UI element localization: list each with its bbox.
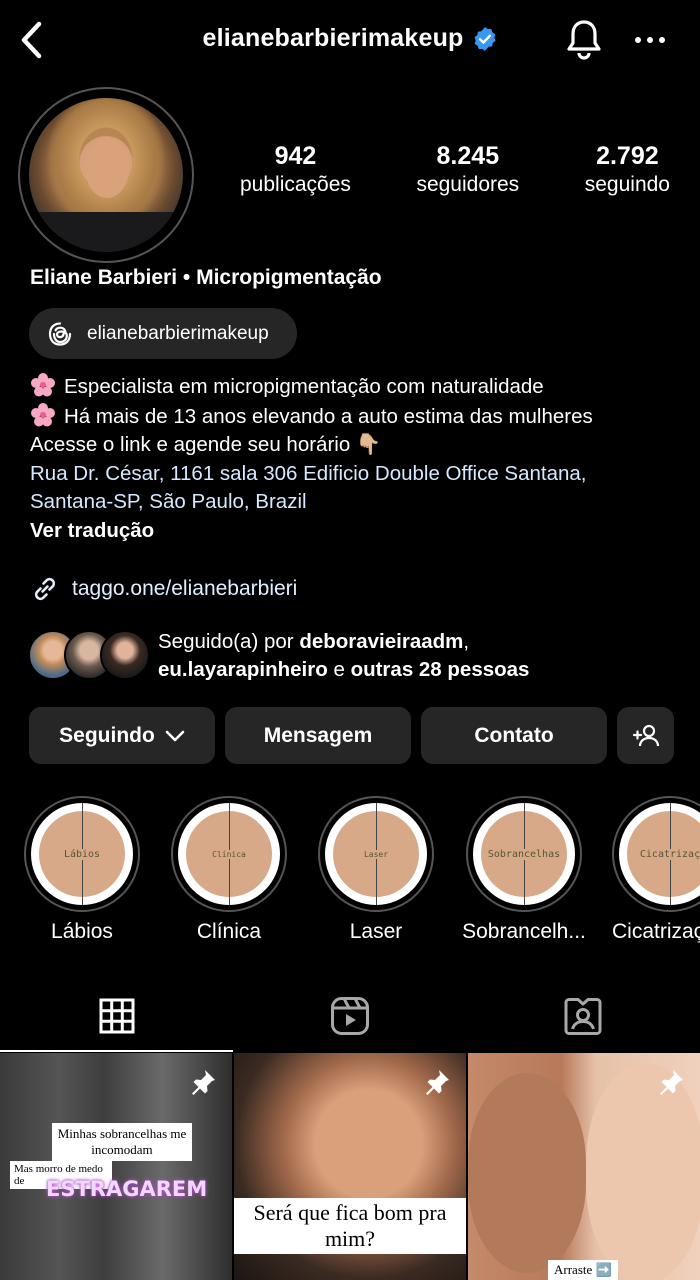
- message-button[interactable]: Mensagem: [225, 707, 411, 764]
- suggested-people-button[interactable]: [617, 707, 674, 764]
- highlight-clinica[interactable]: Clínica Clínica: [171, 796, 287, 944]
- highlight-sobrancelhas[interactable]: Sobrancelhas Sobrancelh...: [462, 796, 586, 944]
- bell-icon: [567, 20, 601, 60]
- contact-button[interactable]: Contato: [421, 707, 607, 764]
- following-label: seguindo: [584, 173, 670, 196]
- following-button[interactable]: Seguindo: [29, 707, 215, 764]
- mutual-user-1: deboravieiraadm: [299, 630, 464, 653]
- post-thumbnail[interactable]: Minhas sobrancelhas me incomodam Mas mor…: [0, 1053, 232, 1280]
- mutual-others: outras 28 pessoas: [350, 658, 530, 681]
- profile-actions: Seguindo Mensagem Contato: [29, 707, 674, 764]
- profile-full-name: Eliane Barbieri • Micropigmentação: [30, 266, 382, 289]
- highlight-label: Sobrancelh...: [462, 920, 586, 943]
- followed-by-text: Seguido(a) por deboravieiraadm, eu.layar…: [158, 630, 530, 681]
- followers-label: seguidores: [416, 173, 520, 196]
- reels-icon: [330, 997, 369, 1035]
- followed-by-row[interactable]: Seguido(a) por deboravieiraadm, eu.layar…: [28, 628, 529, 684]
- highlight-label: Laser: [349, 920, 403, 943]
- bio-link[interactable]: taggo.one/elianebarbieri: [30, 574, 297, 604]
- highlight-cover: Cicatrizaç: [627, 803, 700, 905]
- highlight-label: Lábios: [51, 920, 113, 943]
- posts-grid: Minhas sobrancelhas me incomodam Mas mor…: [0, 1053, 700, 1280]
- mutual-avatars: [28, 628, 150, 684]
- bio-line-2: Há mais de 13 anos elevando a auto estim…: [30, 402, 690, 432]
- more-options-button[interactable]: [630, 22, 670, 58]
- bio-text-1: Especialista em micropigmentação com nat…: [64, 375, 544, 398]
- stat-following[interactable]: 2.792 seguindo: [585, 142, 670, 197]
- more-icon: [635, 37, 665, 43]
- tab-reels[interactable]: [233, 980, 466, 1052]
- bio-address-2[interactable]: Santana-SP, São Paulo, Brazil: [30, 488, 690, 517]
- story-highlights: Lábios Lábios Clínica Clínica Laser Lase…: [0, 796, 700, 946]
- stat-followers[interactable]: 8.245 seguidores: [416, 142, 519, 197]
- threads-handle: elianebarbierimakeup: [87, 322, 269, 344]
- grid-icon: [99, 998, 135, 1034]
- mutual-user-2: eu.layarapinheiro: [158, 658, 328, 681]
- profile-stats: 942 publicações 8.245 seguidores 2.792 s…: [240, 142, 670, 197]
- bio-line-1: Especialista em micropigmentação com nat…: [30, 372, 690, 402]
- post-thumbnail[interactable]: Arraste ➡️: [468, 1053, 700, 1280]
- bio-line-3: Acesse o link e agende seu horário 👇🏼: [30, 433, 382, 457]
- threads-badge[interactable]: elianebarbierimakeup: [29, 308, 297, 359]
- pin-icon: [192, 1070, 215, 1095]
- notifications-button[interactable]: [563, 16, 605, 62]
- see-translation-link[interactable]: Ver tradução: [30, 517, 690, 546]
- highlight-cover: Lábios: [39, 803, 125, 905]
- post-overlay-title: ESTRAGAREM: [46, 1177, 208, 1201]
- cherry-blossom-icon: [31, 373, 55, 397]
- highlight-labios[interactable]: Lábios Lábios: [24, 796, 140, 944]
- tab-tagged[interactable]: [467, 980, 700, 1052]
- tab-posts[interactable]: [0, 980, 234, 1052]
- threads-icon: [48, 321, 72, 346]
- top-bar: elianebarbierimakeup: [0, 0, 700, 82]
- posts-count: 942: [274, 142, 317, 170]
- avatar-image: [29, 98, 183, 252]
- post-thumbnail[interactable]: Será que fica bom pra mim?: [234, 1053, 466, 1280]
- highlight-cover: Laser: [333, 803, 419, 905]
- following-count: 2.792: [596, 142, 659, 170]
- posts-label: publicações: [240, 173, 351, 196]
- pin-icon: [660, 1070, 683, 1095]
- followers-count: 8.245: [436, 142, 500, 170]
- highlight-label: Clínica: [196, 920, 262, 943]
- chevron-down-icon: [165, 730, 185, 741]
- cherry-blossom-icon: [31, 402, 55, 427]
- tagged-icon: [564, 998, 602, 1035]
- highlight-cicatrizacao[interactable]: Cicatrizaç Cicatrizaç: [612, 796, 700, 944]
- link-icon: [34, 577, 56, 601]
- link-text: taggo.one/elianebarbieri: [72, 577, 298, 600]
- bio-address-1[interactable]: Rua Dr. César, 1161 sala 306 Edificio Do…: [30, 460, 690, 489]
- highlight-cover: Sobrancelhas: [481, 803, 567, 905]
- bio-text-2: Há mais de 13 anos elevando a auto estim…: [64, 404, 593, 428]
- post-caption: Será que fica bom pra mim?: [234, 1198, 466, 1254]
- highlight-laser[interactable]: Laser Laser: [318, 796, 434, 944]
- highlight-cover: Clínica: [186, 803, 272, 905]
- profile-bio: Especialista em micropigmentação com nat…: [30, 372, 690, 546]
- pin-icon: [426, 1070, 449, 1095]
- post-caption: Arraste ➡️: [548, 1260, 618, 1280]
- verified-badge-icon: [474, 26, 496, 51]
- post-overlay-text: Minhas sobrancelhas me incomodam: [52, 1123, 192, 1161]
- profile-tabs: [0, 980, 700, 1052]
- profile-avatar[interactable]: [18, 87, 194, 263]
- stat-posts[interactable]: 942 publicações: [240, 142, 351, 197]
- avatar: [100, 630, 150, 680]
- username-text: elianebarbierimakeup: [202, 24, 464, 52]
- highlight-label: Cicatrizaç: [612, 920, 700, 943]
- add-person-icon: [632, 724, 659, 746]
